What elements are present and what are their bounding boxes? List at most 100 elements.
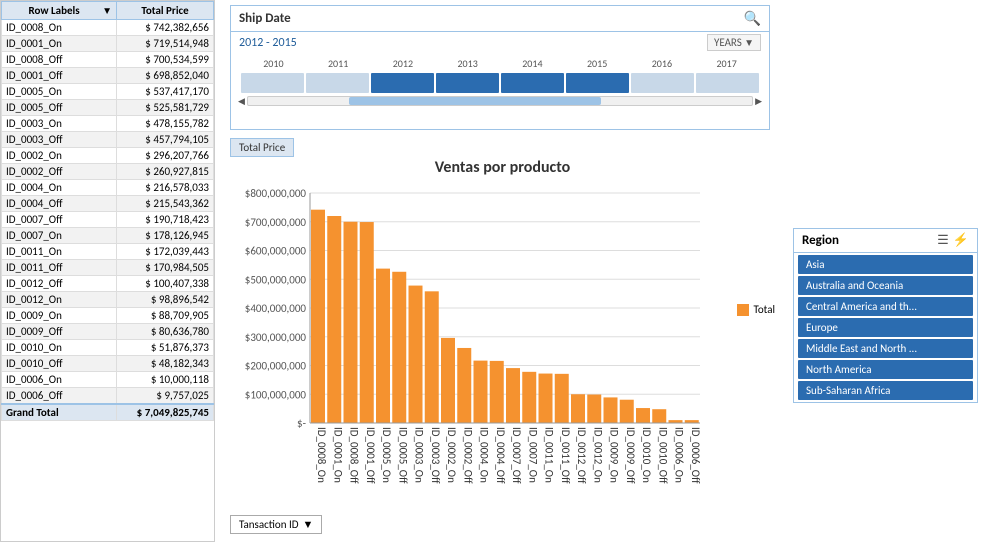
- table-row: ID_0012_Off$ 100,407,338: [2, 276, 214, 292]
- region-item[interactable]: Sub-Saharan Africa: [798, 381, 973, 400]
- region-item[interactable]: Middle East and North ...: [798, 339, 973, 358]
- table-row: ID_0005_Off$ 525,581,729: [2, 100, 214, 116]
- bar[interactable]: [327, 216, 341, 423]
- bar[interactable]: [604, 397, 618, 423]
- svg-text:ID_0001_On: ID_0001_On: [331, 427, 344, 483]
- bar[interactable]: [441, 338, 455, 423]
- slicer-filter-icon[interactable]: 🔍: [744, 10, 761, 27]
- legend-label: Total: [753, 303, 775, 316]
- region-item[interactable]: Europe: [798, 318, 973, 337]
- table-row: ID_0008_On$ 742,382,656: [2, 20, 214, 36]
- bar[interactable]: [506, 368, 520, 423]
- svg-text:ID_0009_On: ID_0009_On: [608, 427, 621, 483]
- svg-text:ID_0002_On: ID_0002_On: [445, 427, 458, 483]
- grand-total-row: Grand Total$ 7,049,825,745: [2, 404, 214, 421]
- bar[interactable]: [539, 374, 553, 423]
- timeline-segment[interactable]: [306, 73, 369, 93]
- scroll-left-btn[interactable]: ◀: [238, 96, 245, 107]
- table-row: ID_0001_On$ 719,514,948: [2, 36, 214, 52]
- bar[interactable]: [392, 272, 406, 423]
- svg-text:ID_0008_Off: ID_0008_Off: [348, 427, 361, 484]
- table-row: ID_0004_On$ 216,578,033: [2, 180, 214, 196]
- scroll-thumb[interactable]: [349, 97, 601, 105]
- svg-text:ID_0005_On: ID_0005_On: [380, 427, 393, 483]
- years-button[interactable]: YEARS ▼: [707, 34, 761, 51]
- bar[interactable]: [409, 286, 423, 423]
- region-item[interactable]: Central America and th...: [798, 297, 973, 316]
- svg-text:$400,000,000: $400,000,000: [245, 302, 307, 315]
- table-row: ID_0006_Off$ 9,757,025: [2, 388, 214, 405]
- timeline-segment[interactable]: [241, 73, 304, 93]
- bar[interactable]: [571, 394, 585, 423]
- ship-date-slicer: Ship Date 🔍 2012 - 2015 YEARS ▼ 20102011…: [230, 5, 770, 130]
- timeline-segment[interactable]: [501, 73, 564, 93]
- timeline-segment[interactable]: [631, 73, 694, 93]
- timeline-segment[interactable]: [696, 73, 759, 93]
- region-item[interactable]: North America: [798, 360, 973, 379]
- pivot-table: Row Labels ▼ Total Price ID_0008_On$ 742…: [0, 0, 215, 542]
- timeline-segment[interactable]: [436, 73, 499, 93]
- year-label: 2011: [306, 57, 371, 70]
- svg-text:ID_0011_Off: ID_0011_Off: [559, 427, 572, 484]
- bar[interactable]: [376, 269, 390, 423]
- svg-text:ID_0003_On: ID_0003_On: [413, 427, 426, 483]
- region-filter-icon[interactable]: ⚡: [953, 233, 969, 248]
- svg-text:ID_0010_On: ID_0010_On: [640, 427, 653, 483]
- table-row: ID_0001_Off$ 698,852,040: [2, 68, 214, 84]
- region-title: Region: [802, 233, 839, 248]
- row-labels-filter-icon[interactable]: ▼: [102, 4, 112, 17]
- svg-text:$-: $-: [297, 417, 306, 430]
- year-label: 2012: [371, 57, 436, 70]
- region-multiselect-icon[interactable]: ☰: [937, 233, 949, 248]
- transaction-id-button[interactable]: Tansaction ID ▼: [230, 515, 322, 534]
- bar[interactable]: [652, 409, 666, 423]
- year-label: 2015: [565, 57, 630, 70]
- ship-date-range: 2012 - 2015: [239, 36, 297, 50]
- table-row: ID_0003_Off$ 457,794,105: [2, 132, 214, 148]
- svg-text:$200,000,000: $200,000,000: [245, 360, 307, 373]
- year-label: 2016: [630, 57, 695, 70]
- bar[interactable]: [587, 395, 601, 423]
- scroll-right-btn[interactable]: ▶: [755, 96, 762, 107]
- bar[interactable]: [311, 210, 325, 423]
- transaction-dropdown-icon: ▼: [303, 518, 314, 531]
- bar[interactable]: [522, 372, 536, 423]
- table-row: ID_0007_Off$ 190,718,423: [2, 212, 214, 228]
- table-row: ID_0008_Off$ 700,534,599: [2, 52, 214, 68]
- bar[interactable]: [360, 222, 374, 423]
- bar[interactable]: [344, 222, 358, 423]
- svg-text:ID_0012_Off: ID_0012_Off: [575, 427, 588, 484]
- chart-title: Ventas por producto: [230, 158, 775, 177]
- svg-text:$300,000,000: $300,000,000: [245, 331, 307, 344]
- svg-text:ID_0004_On: ID_0004_On: [478, 427, 491, 483]
- chart-svg-container: $-$100,000,000$200,000,000$300,000,000$4…: [230, 183, 729, 506]
- svg-text:ID_0005_Off: ID_0005_Off: [396, 427, 409, 484]
- table-row: ID_0009_Off$ 80,636,780: [2, 324, 214, 340]
- bar[interactable]: [425, 291, 439, 423]
- bar[interactable]: [457, 348, 471, 423]
- table-row: ID_0003_On$ 478,155,782: [2, 116, 214, 132]
- year-label: 2010: [241, 57, 306, 70]
- table-row: ID_0010_On$ 51,876,373: [2, 340, 214, 356]
- bar[interactable]: [490, 361, 504, 423]
- col-header-row-labels[interactable]: Row Labels ▼: [2, 2, 117, 20]
- col-header-total-price[interactable]: Total Price: [117, 2, 214, 20]
- bar[interactable]: [555, 374, 569, 423]
- region-item[interactable]: Asia: [798, 255, 973, 274]
- bar[interactable]: [620, 400, 634, 423]
- svg-text:ID_0003_Off: ID_0003_Off: [429, 427, 442, 484]
- bar[interactable]: [636, 408, 650, 423]
- total-price-label[interactable]: Total Price: [230, 138, 294, 157]
- svg-text:$800,000,000: $800,000,000: [245, 187, 307, 200]
- region-item[interactable]: Australia and Oceania: [798, 276, 973, 295]
- table-row: ID_0010_Off$ 48,182,343: [2, 356, 214, 372]
- timeline-segment[interactable]: [371, 73, 434, 93]
- timeline-segment[interactable]: [566, 73, 629, 93]
- table-row: ID_0002_Off$ 260,927,815: [2, 164, 214, 180]
- ship-date-title: Ship Date: [239, 11, 291, 26]
- bar[interactable]: [474, 361, 488, 423]
- svg-text:ID_0007_Off: ID_0007_Off: [510, 427, 523, 484]
- svg-text:ID_0002_Off: ID_0002_Off: [461, 427, 474, 484]
- table-row: ID_0011_Off$ 170,984,505: [2, 260, 214, 276]
- region-slicer: Region ☰ ⚡ Asia Australia and Oceania Cent…: [793, 228, 978, 403]
